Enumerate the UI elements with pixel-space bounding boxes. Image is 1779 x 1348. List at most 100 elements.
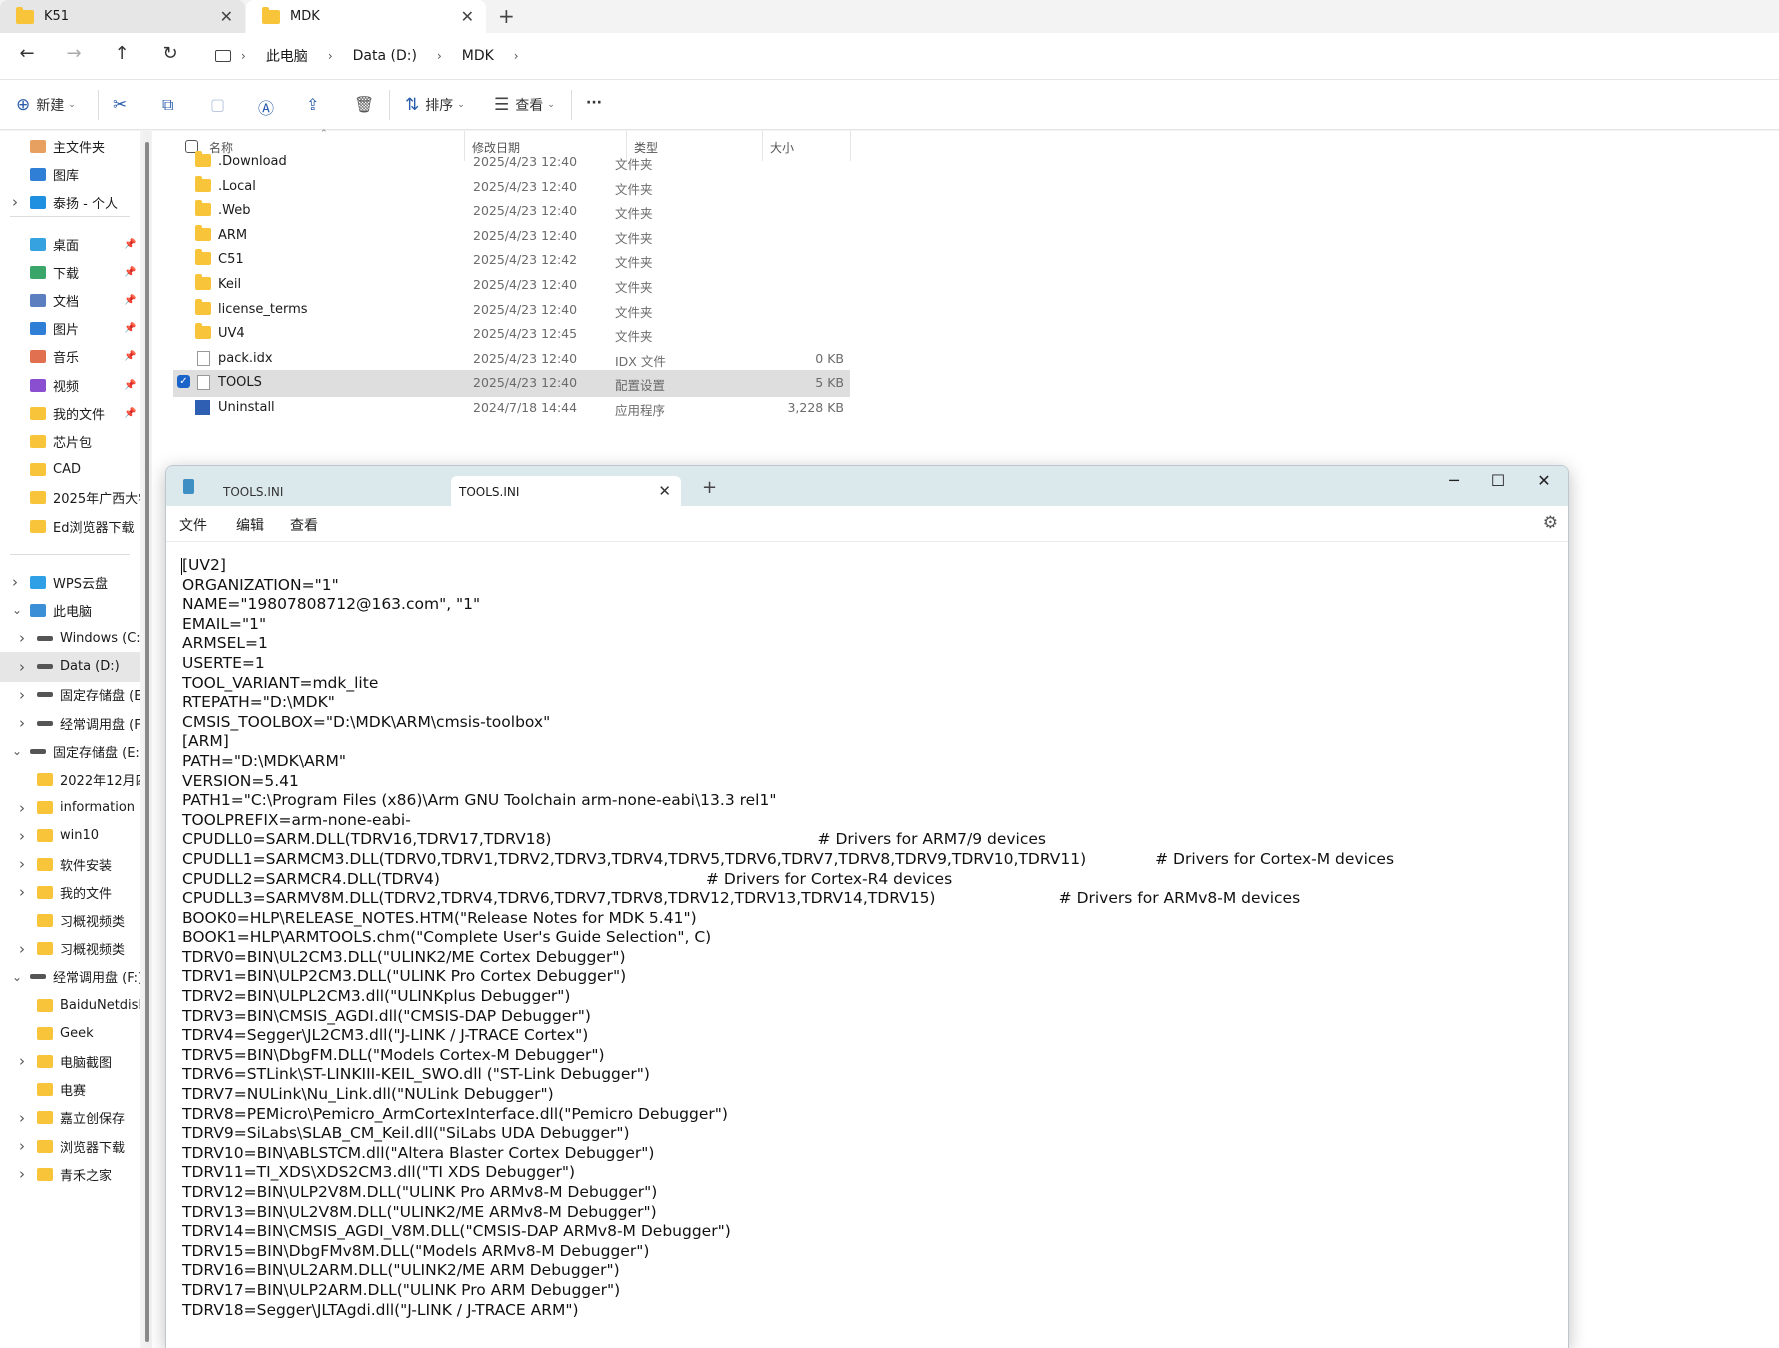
pin-icon[interactable]: 📌 [124,239,136,250]
more-options-icon[interactable]: ··· [586,95,602,111]
chevron-right-icon[interactable]: › [19,1052,25,1070]
breadcrumb[interactable]: › 此电脑 › Data (D:) › MDK › [205,41,1775,71]
file-row[interactable]: ARM 2025/4/23 12:40 文件夹 [173,223,850,250]
pin-icon[interactable]: 📌 [124,380,136,391]
rename-icon[interactable]: Ⓐ [258,95,274,119]
sidebar-item[interactable]: 主文件夹 [0,131,140,161]
chevron-right-icon[interactable]: › [19,1109,25,1127]
new-tab-button[interactable]: + [702,477,717,498]
notepad-tab-active[interactable]: TOOLS.INI ✕ [451,476,681,506]
sidebar-item[interactable]: › 浏览器下载 [0,1131,140,1161]
sidebar-item[interactable]: BaiduNetdisk [0,990,140,1020]
sidebar-item[interactable]: › 固定存储盘 (E:) [0,680,140,710]
minimize-icon[interactable]: ─ [1434,471,1474,490]
chevron-right-icon[interactable]: › [19,1165,25,1183]
row-checkbox[interactable]: ✓ [177,375,190,389]
menu-view[interactable]: 查看 [290,515,318,535]
sidebar-item[interactable]: 我的文件 📌 [0,398,140,428]
sidebar-item[interactable]: 图片 📌 [0,314,140,344]
file-row[interactable]: Keil 2025/4/23 12:40 文件夹 [173,272,850,299]
sidebar-item[interactable]: › win10 [0,821,140,851]
sidebar-item[interactable]: › 习概视频类 [0,934,140,964]
chevron-right-icon[interactable]: › [12,193,18,211]
close-icon[interactable]: ✕ [461,7,474,26]
new-tab-button[interactable]: + [498,4,515,28]
sidebar-item[interactable]: › information [0,793,140,823]
file-row[interactable]: ✓ TOOLS 2025/4/23 12:40 配置设置 5 KB [173,370,850,398]
sidebar-item[interactable]: 文档 📌 [0,285,140,315]
file-row[interactable]: license_terms 2025/4/23 12:40 文件夹 [173,297,850,324]
pin-icon[interactable]: 📌 [124,267,136,278]
pin-icon[interactable]: 📌 [124,323,136,334]
sidebar-item[interactable]: 电赛 [0,1075,140,1105]
chevron-right-icon[interactable]: › [19,855,25,873]
breadcrumb-item[interactable]: Data (D:) [353,48,417,64]
explorer-tab-mdk[interactable]: MDK ✕ [246,0,486,33]
sidebar-item[interactable]: › 软件安装 [0,849,140,879]
close-icon[interactable]: ✕ [220,7,233,26]
menu-edit[interactable]: 编辑 [236,515,264,535]
chevron-right-icon[interactable]: › [19,1137,25,1155]
sidebar-item[interactable]: 音乐 📌 [0,342,140,372]
chevron-down-icon[interactable]: ⌄ [12,603,22,617]
pin-icon[interactable]: 📌 [124,295,136,306]
sidebar-item[interactable]: ⌄ 此电脑 [0,595,140,625]
new-button[interactable]: ⊕ 新建 ⌄ [16,95,76,115]
copy-icon[interactable]: ⧉ [162,95,173,115]
sidebar-item[interactable]: Geek [0,1018,140,1048]
sidebar-item[interactable]: 芯片包 [0,426,140,456]
chevron-right-icon[interactable]: › [19,799,25,817]
sidebar-item[interactable]: › 电脑截图 [0,1046,140,1076]
chevron-right-icon[interactable]: › [19,686,25,704]
sidebar-item[interactable]: Ed浏览器下载 [0,511,140,541]
breadcrumb-item[interactable]: MDK [462,48,494,64]
chevron-down-icon[interactable]: ⌄ [12,970,22,984]
explorer-tab-k51[interactable]: K51 ✕ [0,0,245,33]
chevron-right-icon[interactable]: › [19,629,25,647]
back-arrow-icon[interactable]: ← [15,43,39,64]
sidebar-item[interactable]: › 泰扬 - 个人 [0,187,140,217]
close-tab-icon[interactable]: ✕ [658,482,671,500]
chevron-right-icon[interactable]: › [19,658,25,676]
notepad-tab[interactable]: TOOLS.INI [201,476,481,506]
sidebar-item[interactable]: › WPS云盘 [0,567,140,597]
delete-icon[interactable]: 🗑 [354,95,374,114]
chevron-down-icon[interactable]: ⌄ [12,744,22,758]
sidebar-item[interactable]: 2025年广西大学 [0,483,140,513]
file-row[interactable]: Uninstall 2024/7/18 14:44 应用程序 3,228 KB [173,395,850,422]
file-row[interactable]: .Web 2025/4/23 12:40 文件夹 [173,198,850,225]
chevron-right-icon[interactable]: › [19,940,25,958]
sort-button[interactable]: ⇅ 排序 ⌄ [405,95,465,115]
sidebar-item[interactable]: ⌄ 经常调用盘 (F:) [0,962,140,992]
forward-arrow-icon[interactable]: → [62,43,86,64]
sidebar-item[interactable]: 视频 📌 [0,370,140,400]
sidebar-item[interactable]: 习概视频类 [0,905,140,935]
sidebar-item[interactable]: 图库 [0,159,140,189]
pin-icon[interactable]: 📌 [124,408,136,419]
chevron-right-icon[interactable]: › [19,827,25,845]
maximize-icon[interactable]: ☐ [1478,471,1518,490]
sidebar-item[interactable]: › Data (D:) [0,651,140,682]
text-editor[interactable]: [UV2] ORGANIZATION="1" NAME="19807808712@1… [181,556,1562,1320]
sidebar-item[interactable]: › 我的文件 [0,877,140,907]
paste-icon[interactable]: ▢ [210,95,225,114]
file-row[interactable]: .Download 2025/4/23 12:40 文件夹 [173,149,850,176]
sidebar-item[interactable]: CAD [0,455,140,485]
sidebar-item[interactable]: › 经常调用盘 (F:) [0,708,140,738]
file-row[interactable]: pack.idx 2025/4/23 12:40 IDX 文件 0 KB [173,346,850,373]
sidebar-item[interactable]: 2022年12月四 [0,764,140,794]
sidebar-item[interactable]: › Windows (C:) [0,623,140,653]
share-icon[interactable]: ⇪ [306,95,319,114]
chevron-right-icon[interactable]: › [19,714,25,732]
file-row[interactable]: C51 2025/4/23 12:42 文件夹 [173,247,850,274]
sidebar-item[interactable]: 下载 📌 [0,257,140,287]
pin-icon[interactable]: 📌 [124,351,136,362]
view-button[interactable]: ☰ 查看 ⌄ [494,95,555,115]
settings-gear-icon[interactable]: ⚙ [1543,513,1558,533]
menu-file[interactable]: 文件 [179,515,207,535]
refresh-icon[interactable]: ↻ [158,43,182,64]
file-row[interactable]: .Local 2025/4/23 12:40 文件夹 [173,174,850,201]
sidebar-item[interactable]: ⌄ 固定存储盘 (E:) [0,736,140,766]
sidebar-item[interactable]: 桌面 📌 [0,229,140,259]
file-row[interactable]: UV4 2025/4/23 12:45 文件夹 [173,321,850,348]
